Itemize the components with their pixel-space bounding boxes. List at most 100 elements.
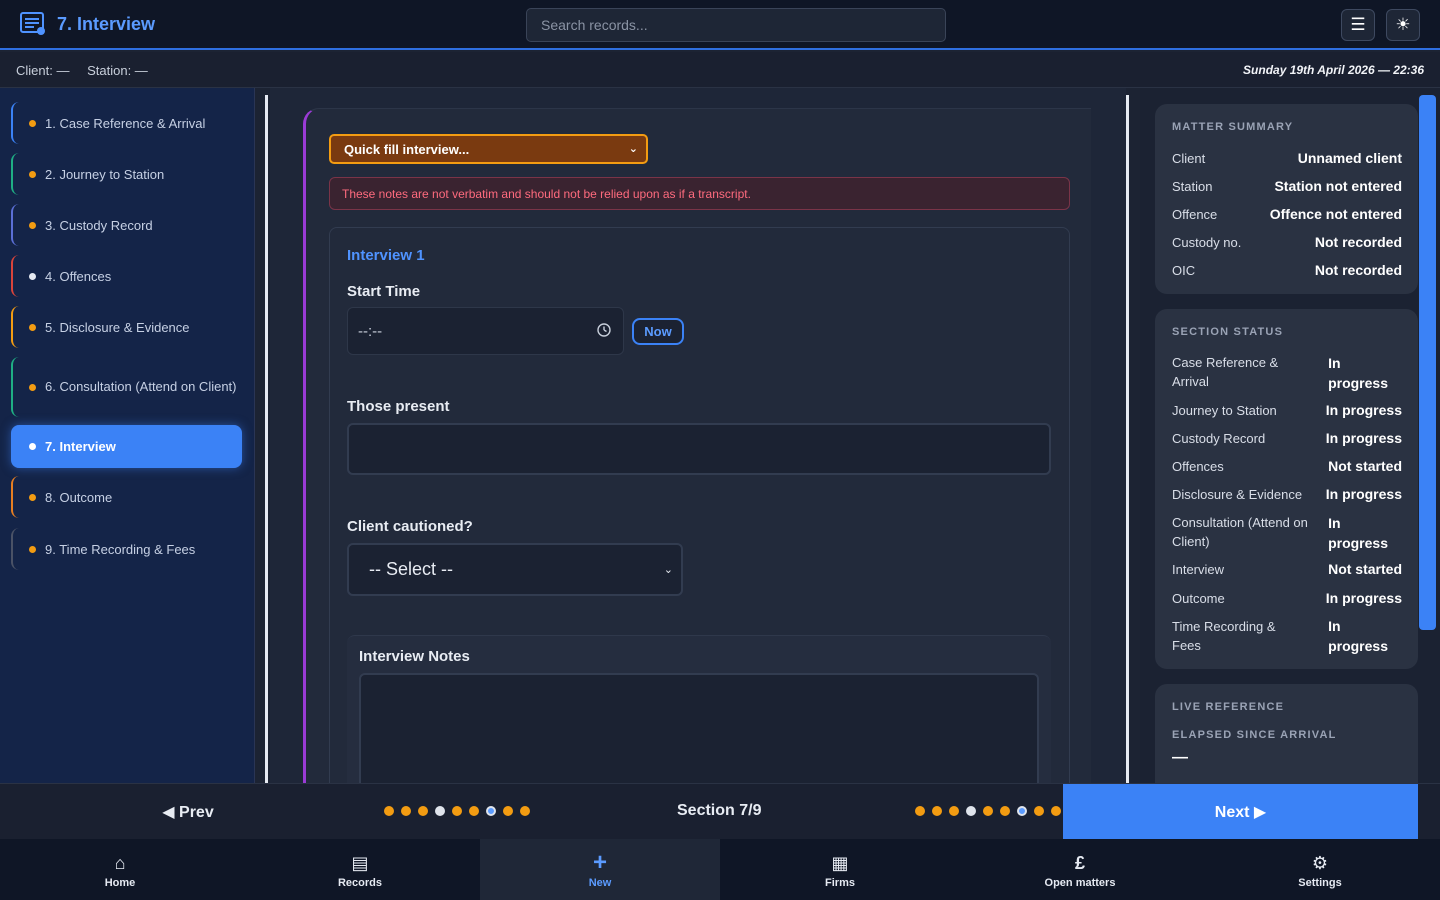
progress-dot: [932, 806, 942, 816]
gear-icon: ⚙: [1311, 852, 1329, 873]
sidebar-item-time-recording[interactable]: 9. Time Recording & Fees: [11, 528, 242, 570]
progress-dot: [966, 806, 976, 816]
status-key: Offences: [1172, 459, 1224, 474]
summary-key: Offence: [1172, 207, 1218, 222]
next-button[interactable]: Next ▶: [1063, 784, 1418, 839]
live-reference-heading: LIVE REFERENCE: [1172, 701, 1285, 713]
status-value: In progress: [1328, 618, 1388, 654]
progress-dot-current: [1017, 806, 1027, 816]
summary-panel: MATTER SUMMARY Client Unnamed client Sta…: [1140, 88, 1440, 804]
progress-dot: [452, 806, 462, 816]
status-dot: [29, 323, 36, 331]
progress-dot: [983, 806, 993, 816]
status-value: In progress: [1328, 355, 1388, 391]
tab-firms[interactable]: ▦ Firms: [720, 839, 960, 900]
tab-records[interactable]: ▤ Records: [240, 839, 480, 900]
home-icon: ⌂: [114, 852, 126, 873]
summary-value: Not recorded: [1314, 262, 1402, 278]
summary-value: Not recorded: [1314, 234, 1402, 250]
start-time-input[interactable]: --:--: [347, 307, 624, 355]
status-key: Disclosure & Evidence: [1172, 487, 1303, 502]
start-time-label: Start Time: [347, 283, 421, 300]
form-icon: [20, 12, 45, 35]
menu-button[interactable]: ☰: [1341, 9, 1375, 41]
interview-notes-textarea[interactable]: [359, 673, 1039, 793]
status-value: Not started: [1328, 458, 1402, 474]
progress-dot: [418, 806, 428, 816]
sidebar-item-disclosure[interactable]: 5. Disclosure & Evidence: [11, 306, 242, 348]
summary-key: Station: [1172, 179, 1213, 194]
sidebar-item-outcome[interactable]: 8. Outcome: [11, 476, 242, 518]
progress-dot: [520, 806, 530, 816]
tab-home[interactable]: ⌂ Home: [0, 839, 240, 900]
transcript-warning: These notes are not verbatim and should …: [329, 177, 1070, 210]
prev-button[interactable]: ◀ Prev: [0, 784, 376, 839]
search-input[interactable]: [526, 8, 946, 42]
context-bar: Client: — Station: — Sunday 19th April 2…: [0, 52, 1440, 88]
progress-dot: [469, 806, 479, 816]
client-cautioned-select[interactable]: -- Select -- ⌄: [347, 543, 683, 596]
status-key: Journey to Station: [1172, 403, 1277, 418]
status-dot: [29, 545, 36, 553]
status-dot: [29, 443, 36, 450]
tab-open-matters[interactable]: £ Open matters: [960, 839, 1200, 900]
progress-dot: [401, 806, 411, 816]
status-value: Not started: [1328, 561, 1402, 577]
section-sidebar: 1. Case Reference & Arrival 2. Journey t…: [0, 88, 255, 783]
section-status-heading: SECTION STATUS: [1172, 326, 1284, 338]
status-key: Outcome: [1172, 591, 1225, 606]
sun-icon: ☀: [1395, 15, 1411, 34]
tab-new[interactable]: + New: [480, 839, 720, 900]
now-button[interactable]: Now: [632, 318, 684, 345]
scrollbar-thumb[interactable]: [1419, 95, 1436, 630]
status-value: In progress: [1328, 515, 1388, 551]
plus-icon: +: [592, 848, 607, 876]
sidebar-item-consultation[interactable]: 6. Consultation (Attend on Client): [11, 357, 242, 417]
sidebar-item-offences[interactable]: 4. Offences: [11, 255, 242, 297]
page-title: 7. Interview: [57, 14, 156, 34]
theme-toggle-button[interactable]: ☀: [1386, 9, 1420, 41]
sidebar-item-journey[interactable]: 2. Journey to Station: [11, 153, 242, 195]
tab-settings[interactable]: ⚙ Settings: [1200, 839, 1440, 900]
progress-dot: [435, 806, 445, 816]
status-key: Time Recording & Fees: [1172, 619, 1276, 653]
quick-fill-select[interactable]: Quick fill interview... ⌄: [329, 134, 648, 164]
status-dot: [29, 272, 36, 280]
progress-dot: [1034, 806, 1044, 816]
status-dot: [29, 119, 36, 127]
divider: [265, 95, 268, 783]
section-status-card: SECTION STATUS Case Reference & Arrival I…: [1155, 309, 1418, 669]
section-counter: Section 7/9: [677, 802, 762, 819]
divider: [1126, 95, 1129, 783]
summary-key: OIC: [1172, 263, 1196, 278]
status-value: In progress: [1325, 402, 1402, 418]
summary-value: Unnamed client: [1297, 150, 1402, 166]
progress-dot: [949, 806, 959, 816]
status-value: In progress: [1325, 590, 1402, 606]
progress-dot: [1051, 806, 1061, 816]
status-dot: [29, 383, 36, 391]
status-key: Custody Record: [1172, 431, 1266, 446]
sidebar-item-custody-record[interactable]: 3. Custody Record: [11, 204, 242, 246]
sidebar-item-case-reference[interactable]: 1. Case Reference & Arrival: [11, 102, 242, 144]
pound-icon: £: [1074, 852, 1085, 873]
progress-dots-left: [384, 806, 530, 816]
sidebar-item-interview[interactable]: 7. Interview: [11, 425, 242, 468]
document-icon: ▤: [351, 852, 369, 873]
status-dot: [29, 221, 36, 229]
status-dot: [29, 493, 36, 501]
client-cautioned-label: Client cautioned?: [347, 518, 473, 535]
clock-icon[interactable]: [597, 323, 611, 337]
progress-dot: [384, 806, 394, 816]
bottom-tab-bar: ⌂ Home ▤ Records + New ▦ Firms £ Open ma…: [0, 839, 1440, 900]
interview-notes-label: Interview Notes: [359, 648, 470, 665]
progress-dots-right: [915, 806, 1061, 816]
top-bar: 7. Interview ☰ ☀: [0, 0, 1440, 50]
those-present-input[interactable]: [347, 423, 1051, 475]
status-value: In progress: [1325, 430, 1402, 446]
summary-key: Custody no.: [1172, 235, 1242, 250]
summary-key: Client: [1172, 151, 1206, 166]
progress-dot-current: [486, 806, 496, 816]
summary-value: Offence not entered: [1269, 206, 1402, 222]
elapsed-value: —: [1172, 749, 1188, 766]
